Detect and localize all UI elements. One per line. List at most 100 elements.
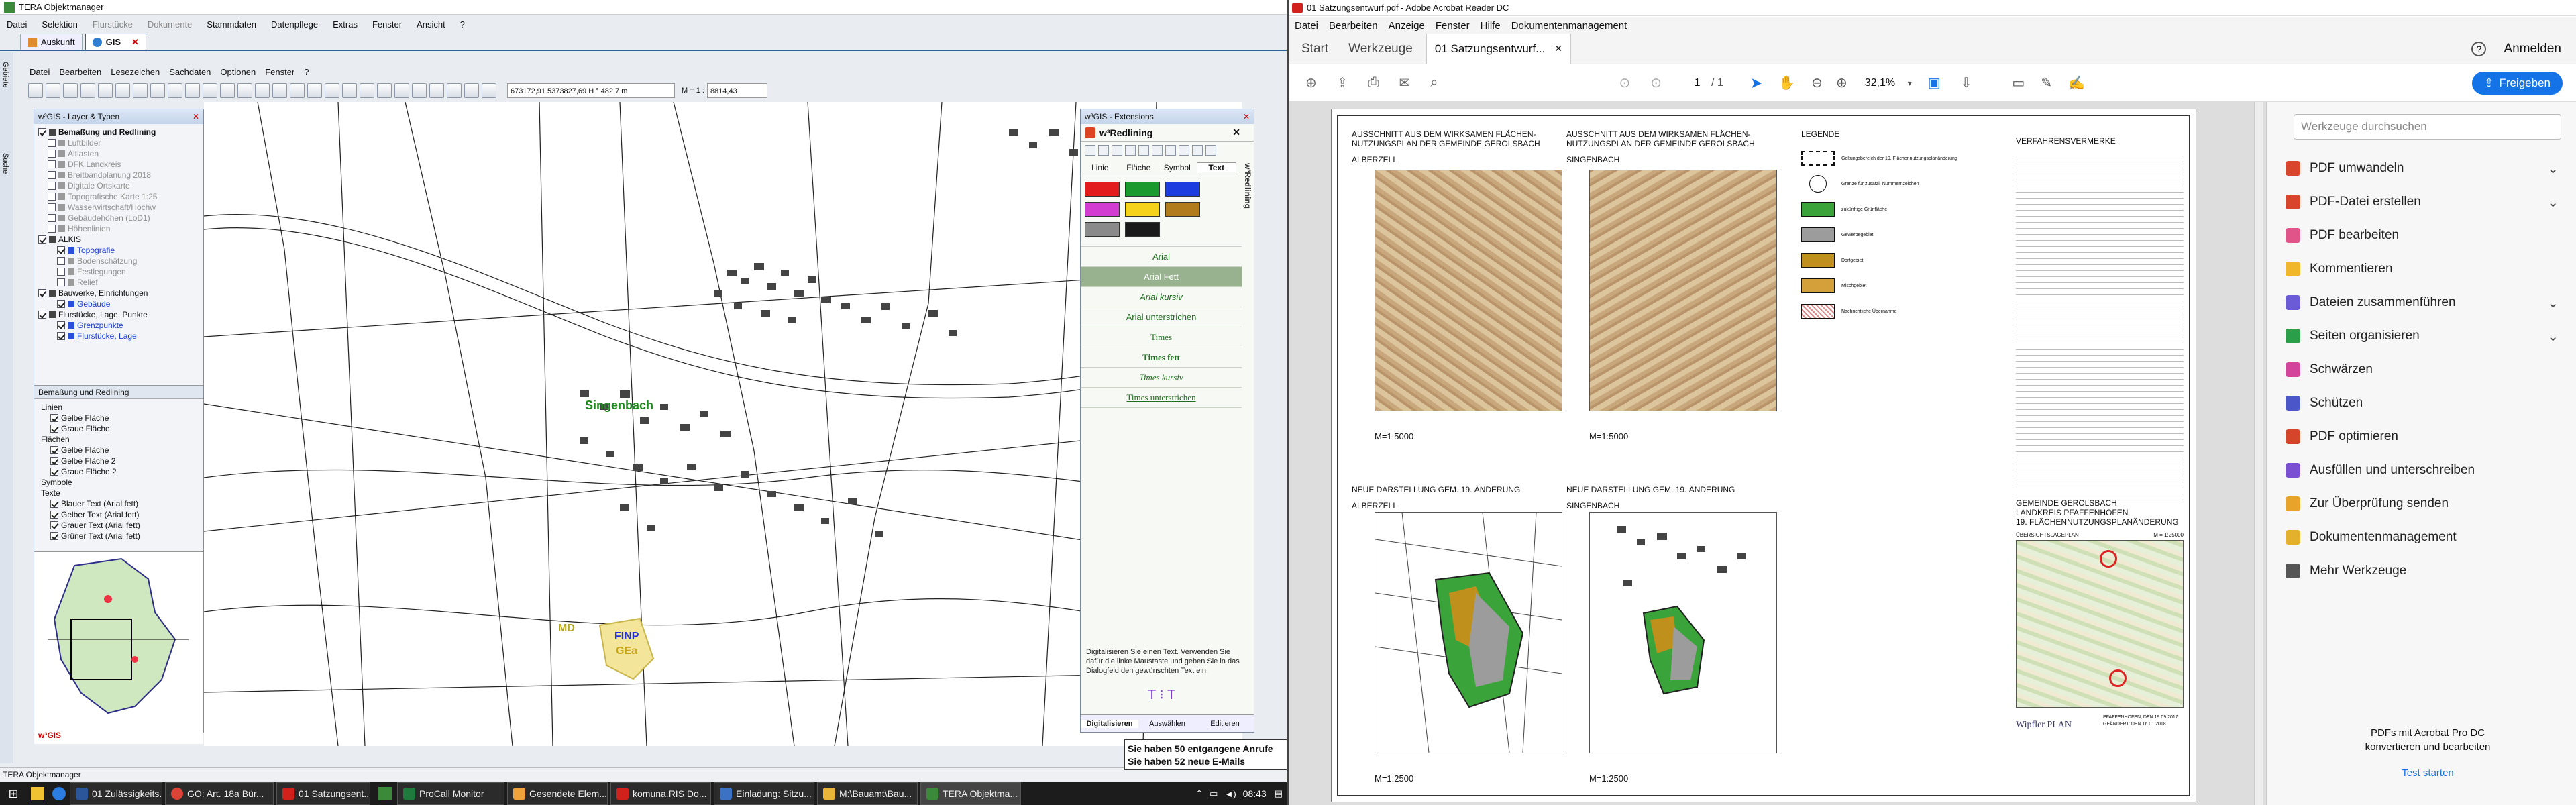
layer-checkbox[interactable] bbox=[48, 150, 56, 158]
layer-row[interactable]: Flurstücke, Lage bbox=[38, 331, 201, 341]
type-checkbox[interactable] bbox=[50, 511, 58, 519]
page-input[interactable]: 1 bbox=[1686, 74, 1709, 92]
tool-item[interactable]: Dateien zusammenführen ⌄ bbox=[2267, 286, 2576, 319]
fit-page-icon[interactable]: ▣ bbox=[1928, 74, 1941, 91]
acro-tab-close-icon[interactable]: ✕ bbox=[1554, 43, 1562, 54]
pan-icon[interactable] bbox=[220, 83, 235, 98]
layer-checkbox[interactable] bbox=[48, 225, 56, 233]
task-item-6[interactable]: komuna.RIS Do... bbox=[610, 782, 711, 805]
gis-menu-lesezeichen[interactable]: Lesezeichen bbox=[111, 67, 160, 77]
task-item-5[interactable]: Gesendete Elem... bbox=[507, 782, 608, 805]
refresh-icon[interactable] bbox=[464, 83, 479, 98]
highlight-icon[interactable]: ✎ bbox=[2041, 74, 2052, 91]
overview-map[interactable]: w³GIS bbox=[34, 552, 203, 744]
layer-row[interactable]: Wasserwirtschaft/Hochw bbox=[38, 202, 201, 213]
type-row[interactable]: Flächen bbox=[38, 434, 201, 445]
color-swatch-brown[interactable] bbox=[1165, 202, 1200, 217]
color-swatch-black[interactable] bbox=[1125, 222, 1160, 237]
scroll-mode-icon[interactable]: ⇩ bbox=[1961, 74, 1972, 91]
delete-icon[interactable] bbox=[115, 83, 130, 98]
gis-menu-optionen[interactable]: Optionen bbox=[220, 67, 256, 77]
text-style-arial-kursiv[interactable]: Arial kursiv bbox=[1081, 287, 1242, 307]
menu-stammdaten[interactable]: Stammdaten bbox=[207, 19, 256, 30]
tool-item[interactable]: Schwärzen bbox=[2267, 353, 2576, 386]
layer-checkbox[interactable] bbox=[48, 139, 56, 147]
type-row[interactable]: Gelbe Fläche bbox=[38, 413, 201, 423]
task-item-9[interactable]: TERA Objektma... bbox=[920, 782, 1021, 805]
tab-auskunft[interactable]: Auskunft bbox=[20, 34, 83, 50]
tool-item[interactable]: PDF bearbeiten bbox=[2267, 219, 2576, 252]
start-button-icon[interactable]: ⊞ bbox=[0, 782, 27, 805]
layer-row[interactable]: Gebäude bbox=[38, 299, 201, 309]
acro-menu-bearbeiten[interactable]: Bearbeiten bbox=[1329, 20, 1378, 32]
bottom-tab-editieren[interactable]: Editieren bbox=[1196, 720, 1254, 728]
promo-link[interactable]: Test starten bbox=[2294, 766, 2562, 780]
select-icon[interactable] bbox=[237, 83, 252, 98]
tool-item[interactable]: Seiten organisieren ⌄ bbox=[2267, 319, 2576, 353]
layer-checkbox[interactable] bbox=[48, 160, 56, 168]
draw-symbol-icon[interactable] bbox=[1179, 145, 1189, 156]
acro-tab-start[interactable]: Start bbox=[1301, 42, 1328, 56]
layer-row[interactable]: Gebäudehöhen (LoD1) bbox=[38, 213, 201, 223]
draw-arrow-icon[interactable] bbox=[1112, 145, 1122, 156]
draw-line-icon[interactable] bbox=[1085, 145, 1095, 156]
layer-row[interactable]: Bauwerke, Einrichtungen bbox=[38, 288, 201, 299]
text-style-times-unterstrichen[interactable]: Times unterstrichen bbox=[1081, 388, 1242, 408]
info-icon[interactable] bbox=[482, 83, 496, 98]
search-icon-acro[interactable]: ⌕ bbox=[1430, 75, 1438, 91]
task-item-1[interactable]: 01 Zulässigkeits... bbox=[70, 782, 162, 805]
type-checkbox[interactable] bbox=[50, 425, 58, 433]
home-icon[interactable] bbox=[307, 83, 322, 98]
acro-tab-document[interactable]: 01 Satzungsentwurf... ✕ bbox=[1426, 33, 1572, 64]
layer-row[interactable]: Relief bbox=[38, 277, 201, 288]
layer-row[interactable]: Flurstücke, Lage, Punkte bbox=[38, 309, 201, 320]
type-row[interactable]: Symbole bbox=[38, 477, 201, 488]
draw-rect-icon[interactable] bbox=[1125, 145, 1136, 156]
paste-icon[interactable] bbox=[98, 83, 113, 98]
chevron-down-icon[interactable]: ⌄ bbox=[2547, 294, 2559, 311]
layer-row[interactable]: ALKIS bbox=[38, 234, 201, 245]
gis-menu-fenster[interactable]: Fenster bbox=[265, 67, 294, 77]
create-icon[interactable]: ⊕ bbox=[1305, 74, 1317, 91]
type-row[interactable]: Graue Fläche bbox=[38, 423, 201, 434]
layer-checkbox[interactable] bbox=[48, 214, 56, 222]
layer-panel-close-icon[interactable]: ✕ bbox=[193, 112, 199, 121]
menu-selektion[interactable]: Selektion bbox=[42, 19, 77, 30]
type-checkbox[interactable] bbox=[50, 446, 58, 454]
chevron-down-icon[interactable]: ⌄ bbox=[2547, 194, 2559, 211]
side-suche[interactable]: Suche bbox=[1, 153, 9, 174]
tool-item[interactable]: PDF-Datei erstellen ⌄ bbox=[2267, 185, 2576, 219]
acro-menu-hilfe[interactable]: Hilfe bbox=[1481, 20, 1501, 32]
draw-polyline-icon[interactable] bbox=[1098, 145, 1109, 156]
zoom-out-icon-acro[interactable]: ⊖ bbox=[1811, 74, 1823, 91]
area-icon[interactable] bbox=[272, 83, 287, 98]
redlining-tab-linie[interactable]: Linie bbox=[1081, 163, 1120, 172]
tray-clock[interactable]: 08:43 bbox=[1243, 788, 1267, 799]
layer-checkbox[interactable] bbox=[48, 193, 56, 201]
acro-menu-dokumentenmanagement[interactable]: Dokumentenmanagement bbox=[1511, 20, 1627, 32]
text-style-times-kursiv[interactable]: Times kursiv bbox=[1081, 368, 1242, 388]
gis-menu-bearbeiten[interactable]: Bearbeiten bbox=[59, 67, 101, 77]
grid-icon[interactable] bbox=[290, 83, 305, 98]
new-icon[interactable] bbox=[28, 83, 43, 98]
type-row[interactable]: Blauer Text (Arial fett) bbox=[38, 498, 201, 509]
layer-row[interactable]: Digitale Ortskarte bbox=[38, 180, 201, 191]
layer-checkbox[interactable] bbox=[57, 246, 65, 254]
layer-checkbox[interactable] bbox=[57, 278, 65, 286]
type-checkbox[interactable] bbox=[50, 468, 58, 476]
chevron-down-icon[interactable]: ⌄ bbox=[2547, 328, 2559, 345]
draw-erase-icon[interactable] bbox=[1192, 145, 1203, 156]
text-style-arial-fett[interactable]: Arial Fett bbox=[1081, 267, 1242, 287]
text-style-times[interactable]: Times bbox=[1081, 327, 1242, 347]
acro-login-button[interactable]: Anmelden bbox=[2504, 42, 2561, 56]
layer-row[interactable]: Topografie bbox=[38, 245, 201, 256]
type-row[interactable]: Gelbe Fläche 2 bbox=[38, 455, 201, 466]
tray-volume-icon[interactable]: ◄) bbox=[1224, 789, 1236, 799]
zoom-dropdown-icon[interactable]: ▾ bbox=[1908, 78, 1912, 88]
tool-item[interactable]: Zur Überprüfung senden bbox=[2267, 487, 2576, 521]
sign-icon[interactable]: ✍ bbox=[2068, 74, 2085, 91]
pan-hand-icon[interactable] bbox=[325, 83, 339, 98]
print-icon-acro[interactable]: ⎙ bbox=[1368, 75, 1379, 91]
tool-item[interactable]: PDF optimieren bbox=[2267, 420, 2576, 453]
zoom-full-icon[interactable] bbox=[412, 83, 427, 98]
